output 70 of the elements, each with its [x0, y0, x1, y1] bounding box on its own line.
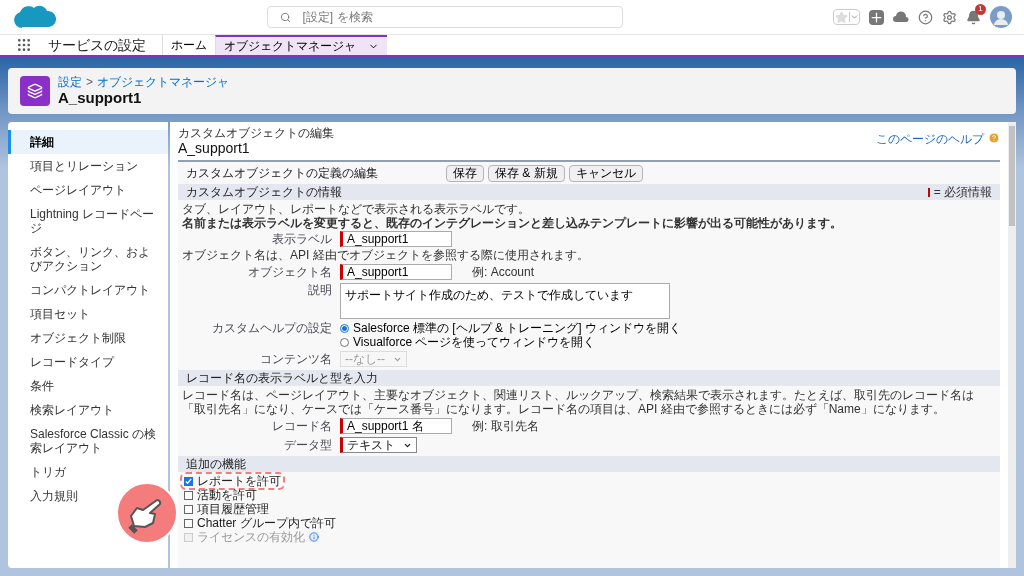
app-launcher-icon[interactable] — [16, 37, 32, 53]
field-label: コンテンツ名 — [259, 352, 332, 366]
field-label: オブジェクト名 — [247, 265, 332, 279]
sidebar-item[interactable]: ページレイアウト — [30, 178, 134, 202]
sidebar-item[interactable]: 項目セット — [30, 302, 98, 326]
radio-option[interactable]: Visualforce ページを使ってウィンドウを開く — [340, 335, 682, 349]
description-text: 名前または表示ラベルを変更すると、既存のインテグレーションと差し込みテンプレートに影響が出る可能性があります。 — [182, 216, 843, 230]
breadcrumb-separator: > — [86, 75, 93, 89]
section-title: カスタムオブジェクトの情報 — [186, 184, 342, 201]
example-text: 例: Account — [472, 264, 535, 281]
field-label: 表示ラベル — [271, 232, 332, 246]
help-icon[interactable] — [918, 9, 933, 25]
section-title: レコード名の表示ラベルと型を入力 — [186, 370, 378, 387]
description-text: タブ、レイアウト、レポートなどで表示される表示ラベルです。 — [182, 202, 531, 216]
description-field[interactable]: サポートサイト作成のため、テストで作成しています — [340, 283, 670, 319]
nav-tab[interactable]: オブジェクトマネージャ — [215, 35, 387, 55]
section-title: 追加の機能 — [186, 456, 246, 473]
sidebar-item[interactable]: レコードタイプ — [30, 350, 122, 374]
notifications-icon[interactable] — [966, 9, 981, 25]
object-icon — [20, 76, 50, 106]
field-label: レコード名 — [271, 419, 332, 433]
required-legend: = 必須情報 — [933, 183, 992, 201]
radio-option[interactable]: Salesforce 標準の [ヘルプ & トレーニング] ウィンドウを開く — [340, 321, 682, 335]
description-text: レコード名は、ページレイアウト、主要なオブジェクト、関連リスト、ルックアップ、検索結果で表示されます。たとえば、取引先のレコード名は「取引先名」になり、ケースでは「ケース番号」になります。レコード名の項目は、API 経由で参照するときには必ず「Name」になります。 — [182, 388, 975, 416]
app-name: サービスの設定 — [48, 35, 147, 55]
form-button[interactable]: 保存 & 新規 — [488, 164, 565, 182]
sidebar-item[interactable]: Lightning レコードページ — [30, 202, 168, 240]
required-marker — [927, 187, 930, 197]
search-field[interactable]: [設定] を検索 — [266, 6, 623, 28]
cloud-icon[interactable] — [893, 10, 909, 24]
field-label: 説明 — [307, 283, 332, 299]
sidebar-item[interactable]: Salesforce Classic の検索レイアウト — [30, 422, 168, 460]
chevron-down-icon — [849, 12, 859, 22]
sidebar-item[interactable]: 条件 — [30, 374, 62, 398]
sidebar-item[interactable]: コンパクトレイアウト — [30, 278, 158, 302]
page-title: A_support1 — [58, 89, 143, 107]
sidebar-item[interactable]: オブジェクト制限 — [30, 326, 134, 350]
avatar[interactable] — [990, 6, 1012, 28]
field-label: データ型 — [283, 438, 332, 452]
text-field[interactable]: A_support1 — [340, 231, 452, 247]
breadcrumb-link[interactable]: 設定 — [58, 75, 82, 89]
select-field[interactable]: テキスト — [340, 437, 417, 453]
sidebar-item[interactable]: 項目とリレーション — [30, 154, 146, 178]
text-field[interactable]: A_support1 — [340, 264, 452, 280]
page-subtitle: カスタムオブジェクトの編集 — [178, 126, 334, 140]
panel-title: カスタムオブジェクトの定義の編集 — [186, 165, 379, 182]
star-icon — [835, 11, 848, 24]
checkbox-option[interactable]: 項目履歴管理 — [182, 502, 271, 516]
checkbox-option[interactable]: Chatter グループ内で許可 — [182, 516, 338, 530]
sidebar-item[interactable]: 検索レイアウト — [30, 398, 122, 422]
help-link[interactable]: このページのヘルプ — [876, 130, 984, 148]
field-label: カスタムヘルプの設定 — [211, 321, 332, 337]
sidebar-item[interactable]: 入力規則 — [30, 484, 86, 508]
sidebar-item[interactable]: ボタン、リンク、およびアクション — [30, 240, 168, 278]
search-icon — [279, 11, 291, 23]
scrollbar[interactable] — [1008, 122, 1016, 568]
record-title: A_support1 — [178, 140, 251, 157]
description-text: オブジェクト名は、API 経由でオブジェクトを参照する際に使用されます。 — [182, 248, 590, 262]
example-text: 例: 取引先名 — [472, 418, 539, 435]
checkbox-option[interactable]: 活動を許可 — [182, 488, 259, 502]
form-button[interactable]: キャンセル — [568, 164, 643, 182]
sidebar-item[interactable]: 詳細 — [8, 130, 168, 154]
notification-count: 1 — [975, 3, 986, 15]
breadcrumb-link[interactable]: オブジェクトマネージャ — [97, 75, 229, 89]
text-field[interactable]: A_support1 名 — [340, 418, 452, 434]
add-icon[interactable] — [869, 9, 884, 25]
settings-icon[interactable] — [942, 9, 957, 25]
sidebar-item[interactable]: トリガ — [30, 460, 74, 484]
form-button[interactable]: 保存 — [446, 164, 484, 182]
checkbox-option[interactable]: レポートを許可 — [182, 474, 283, 488]
